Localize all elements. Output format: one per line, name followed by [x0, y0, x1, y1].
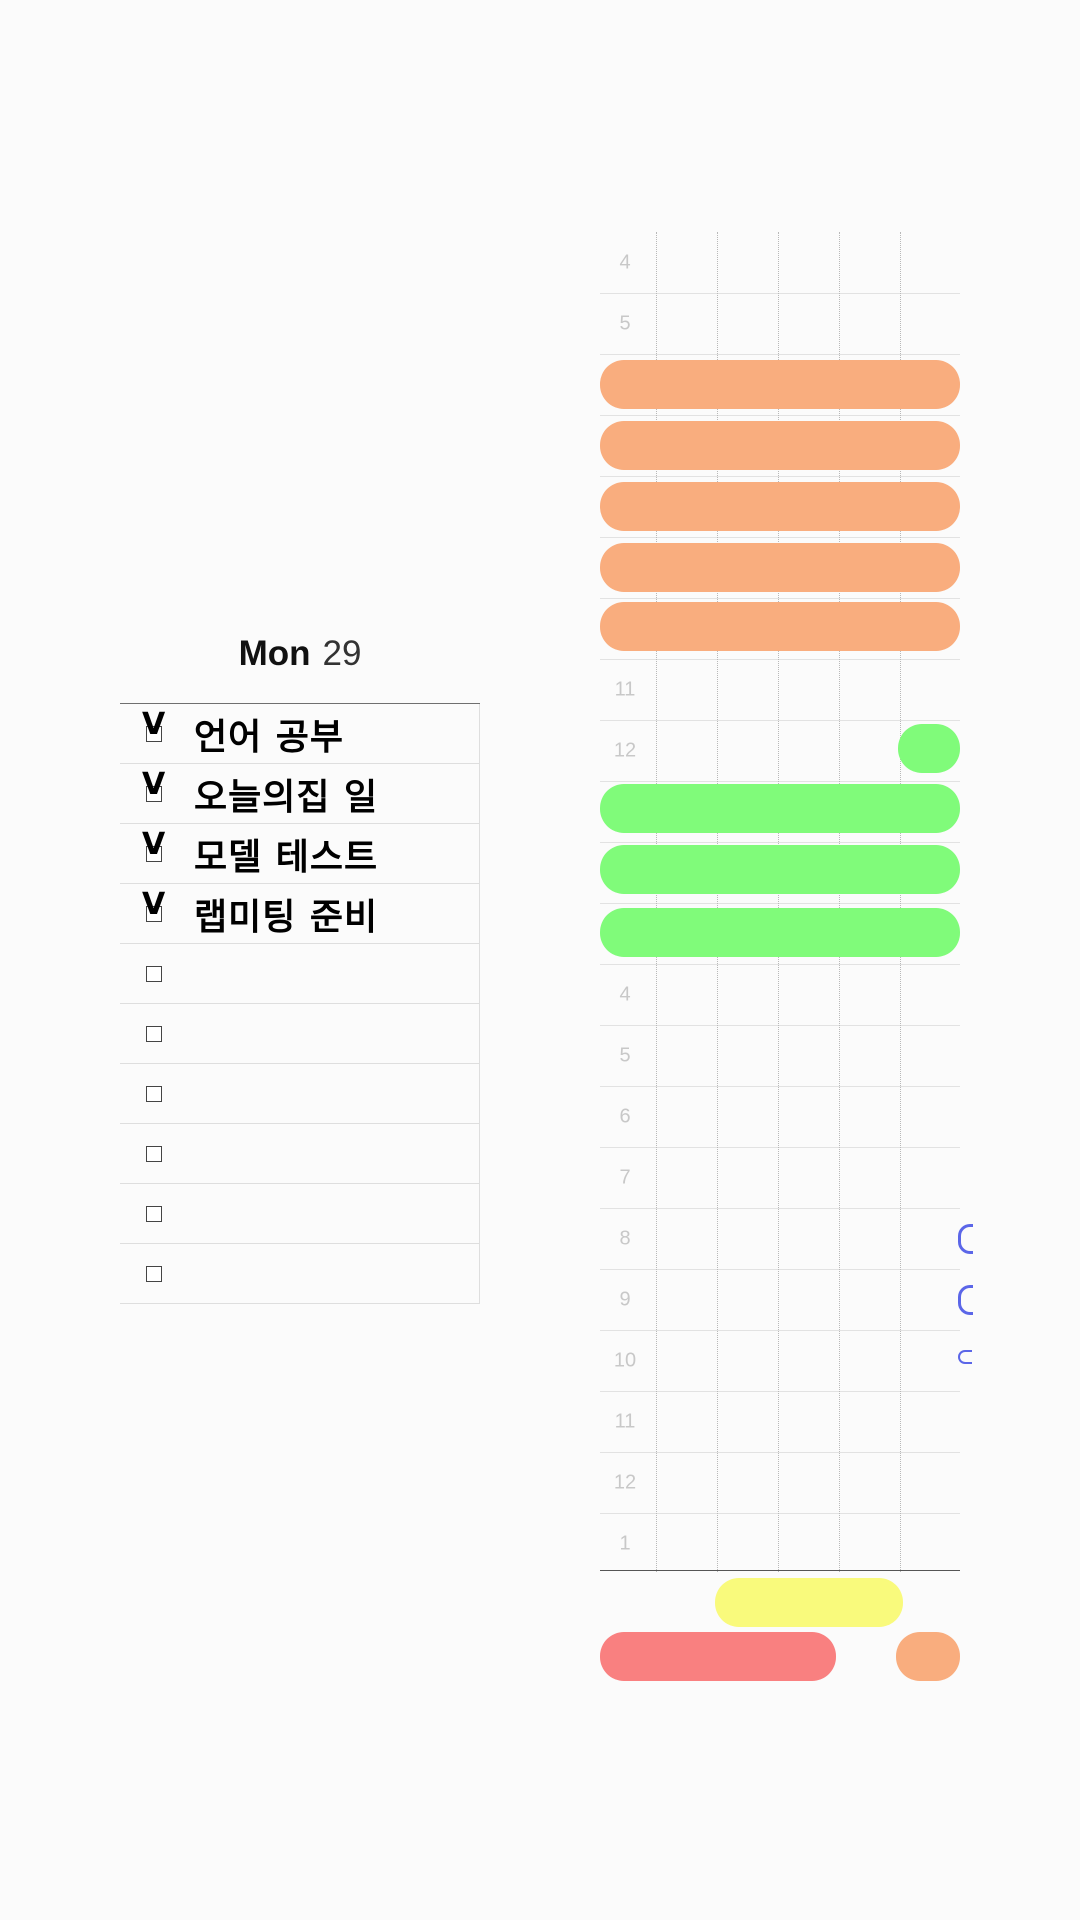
todo-text: 오늘의집 일	[194, 776, 379, 818]
day-header: Mon 29	[120, 605, 480, 704]
hour-row[interactable]: 1	[600, 1513, 960, 1574]
hour-label: 1	[619, 1532, 631, 1554]
hour-row[interactable]: 11	[600, 1391, 960, 1453]
time-block-blue[interactable]	[958, 1224, 973, 1254]
todo-item[interactable]	[120, 1124, 479, 1184]
hour-label: 5	[619, 1044, 631, 1066]
timetable: 4 5 6 7 8 9 10 11 12 1 2 3 4 5 6 7 8 9 1…	[600, 232, 973, 1574]
hour-label: 12	[613, 739, 637, 761]
hour-row[interactable]: 4	[600, 232, 960, 294]
hour-label: 7	[619, 1166, 631, 1188]
todo-item[interactable]	[120, 1184, 479, 1244]
checkbox[interactable]	[146, 1205, 162, 1222]
time-block-green[interactable]	[600, 784, 960, 833]
day-date: 29	[322, 634, 362, 673]
hour-row[interactable]: 11	[600, 659, 960, 721]
todo-item[interactable]: V 모델 테스트	[120, 824, 479, 884]
time-block-green[interactable]	[600, 908, 960, 957]
todo-item[interactable]: V 랩미팅 준비	[120, 884, 479, 944]
time-block-orange[interactable]	[600, 482, 960, 531]
hour-row[interactable]: 10	[600, 1330, 960, 1392]
checkbox[interactable]	[146, 1145, 162, 1162]
time-block-blue[interactable]	[958, 1285, 973, 1315]
time-block-green[interactable]	[600, 845, 960, 894]
todo-item[interactable]: V 언어 공부	[120, 704, 479, 764]
timetable-bottom-border	[600, 1570, 960, 1571]
time-block-orange[interactable]	[600, 360, 960, 409]
hour-label: 11	[614, 1410, 636, 1432]
hour-row[interactable]: 5	[600, 293, 960, 355]
hour-label: 4	[619, 251, 631, 273]
color-bar-yellow[interactable]	[715, 1578, 903, 1627]
todo-item[interactable]: V 오늘의집 일	[120, 764, 479, 824]
time-block-orange[interactable]	[600, 421, 960, 470]
checkbox[interactable]	[146, 1085, 162, 1102]
color-bar-orange[interactable]	[896, 1632, 960, 1681]
todo-text: 모델 테스트	[194, 836, 379, 878]
todo-item[interactable]	[120, 1244, 479, 1304]
hour-row[interactable]: 5	[600, 1025, 960, 1087]
checkbox[interactable]	[146, 1025, 162, 1042]
hour-row[interactable]: 6	[600, 1086, 960, 1148]
todo-panel: Mon 29 V 언어 공부 V 오늘의집 일 V 모델 테스트 V 랩미팅 준…	[120, 605, 480, 1304]
day-name: Mon	[238, 634, 311, 673]
hour-label: 10	[613, 1349, 637, 1371]
hour-row[interactable]: 7	[600, 1147, 960, 1209]
hour-row[interactable]: 12	[600, 1452, 960, 1514]
todo-item[interactable]	[120, 1064, 479, 1124]
todo-item[interactable]	[120, 944, 479, 1004]
hour-label: 12	[613, 1471, 637, 1493]
hour-label: 4	[619, 983, 631, 1005]
check-mark-icon: V	[142, 767, 166, 802]
check-mark-icon: V	[142, 887, 166, 922]
hour-label: 9	[619, 1288, 631, 1310]
todo-text: 랩미팅 준비	[194, 896, 379, 938]
todo-item[interactable]	[120, 1004, 479, 1064]
hour-label: 6	[619, 1105, 631, 1127]
time-block-orange[interactable]	[600, 543, 960, 592]
hour-row[interactable]: 4	[600, 964, 960, 1026]
todo-text: 언어 공부	[194, 716, 345, 758]
hour-label: 8	[619, 1227, 631, 1249]
hour-row[interactable]: 8	[600, 1208, 960, 1270]
check-mark-icon: V	[142, 827, 166, 862]
color-bar-red[interactable]	[600, 1632, 836, 1681]
checkbox[interactable]	[146, 1265, 162, 1282]
time-block-orange[interactable]	[600, 602, 960, 651]
hour-label: 5	[619, 312, 631, 334]
hour-row[interactable]: 9	[600, 1269, 960, 1331]
todo-list: V 언어 공부 V 오늘의집 일 V 모델 테스트 V 랩미팅 준비	[120, 704, 480, 1304]
check-mark-icon: V	[142, 707, 166, 742]
time-block-blue[interactable]	[958, 1350, 972, 1364]
checkbox[interactable]	[146, 965, 162, 982]
time-block-green[interactable]	[898, 724, 960, 773]
hour-label: 11	[614, 678, 636, 700]
